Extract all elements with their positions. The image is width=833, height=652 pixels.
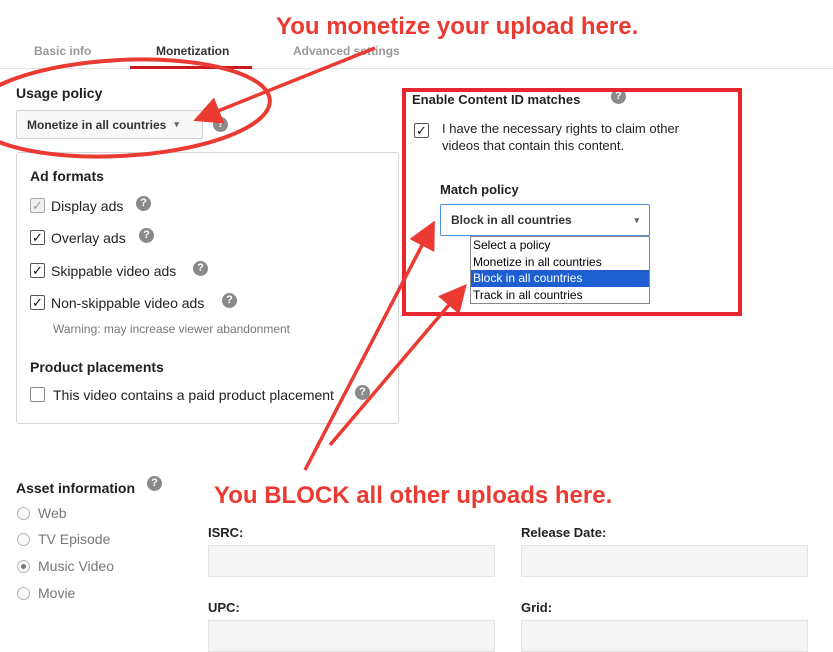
chevron-down-icon: ▾	[174, 119, 179, 129]
display-ads-checkbox[interactable]: ✓	[30, 198, 45, 213]
release-date-input[interactable]	[521, 545, 808, 577]
non-skippable-ads-help-icon[interactable]: ?	[222, 293, 237, 308]
monetize-annotation: You monetize your upload here.	[276, 13, 639, 40]
release-date-label: Release Date:	[521, 525, 607, 540]
asset-type-web-label: Web	[38, 505, 67, 521]
upc-label: UPC:	[208, 600, 240, 615]
tab-basic-info[interactable]: Basic info	[34, 44, 91, 58]
asset-type-music-video-label: Music Video	[38, 558, 115, 574]
grid-input[interactable]	[521, 620, 808, 652]
overlay-ads-help-icon[interactable]: ?	[139, 228, 154, 243]
overlay-ads-label: Overlay ads	[51, 230, 126, 246]
ad-formats-title: Ad formats	[30, 168, 104, 184]
product-placement-help-icon[interactable]: ?	[355, 385, 370, 400]
asset-type-web-radio[interactable]	[17, 507, 30, 520]
content-id-highlight-box	[402, 88, 742, 316]
usage-policy-help-icon[interactable]: ?	[213, 117, 228, 132]
overlay-ads-checkbox[interactable]: ✓	[30, 230, 45, 245]
product-placement-label: This video contains a paid product place…	[53, 387, 334, 403]
tabs-divider	[0, 68, 833, 69]
non-skippable-ads-checkbox[interactable]: ✓	[30, 295, 45, 310]
skippable-ads-help-icon[interactable]: ?	[193, 261, 208, 276]
asset-information-help-icon[interactable]: ?	[147, 476, 162, 491]
product-placement-checkbox[interactable]	[30, 387, 45, 402]
asset-type-movie-radio[interactable]	[17, 587, 30, 600]
usage-policy-title: Usage policy	[16, 85, 103, 101]
tab-monetization[interactable]: Monetization	[156, 44, 229, 58]
isrc-input[interactable]	[208, 545, 495, 577]
display-ads-label: Display ads	[51, 198, 124, 214]
asset-type-music-video-radio[interactable]	[17, 560, 30, 573]
usage-policy-select[interactable]: Monetize in all countries ▾	[16, 110, 203, 139]
skippable-ads-label: Skippable video ads	[51, 263, 177, 279]
display-ads-help-icon[interactable]: ?	[136, 196, 151, 211]
product-placements-title: Product placements	[30, 359, 164, 375]
tab-advanced-settings[interactable]: Advanced settings	[293, 44, 400, 58]
arrow-to-usage-policy	[193, 46, 376, 124]
asset-type-tv-label: TV Episode	[38, 531, 111, 547]
active-tab-indicator	[130, 66, 252, 69]
grid-label: Grid:	[521, 600, 553, 615]
asset-information-title: Asset information	[16, 480, 136, 496]
block-annotation: You BLOCK all other uploads here.	[214, 482, 613, 509]
asset-type-movie-label: Movie	[38, 585, 76, 601]
asset-type-tv-radio[interactable]	[17, 533, 30, 546]
abandonment-warning: Warning: may increase viewer abandonment	[53, 322, 291, 336]
upc-input[interactable]	[208, 620, 495, 652]
usage-policy-value: Monetize in all countries	[27, 117, 167, 132]
skippable-ads-checkbox[interactable]: ✓	[30, 263, 45, 278]
monetization-options-panel	[16, 152, 399, 424]
isrc-label: ISRC:	[208, 525, 244, 540]
non-skippable-ads-label: Non-skippable video ads	[51, 295, 205, 311]
